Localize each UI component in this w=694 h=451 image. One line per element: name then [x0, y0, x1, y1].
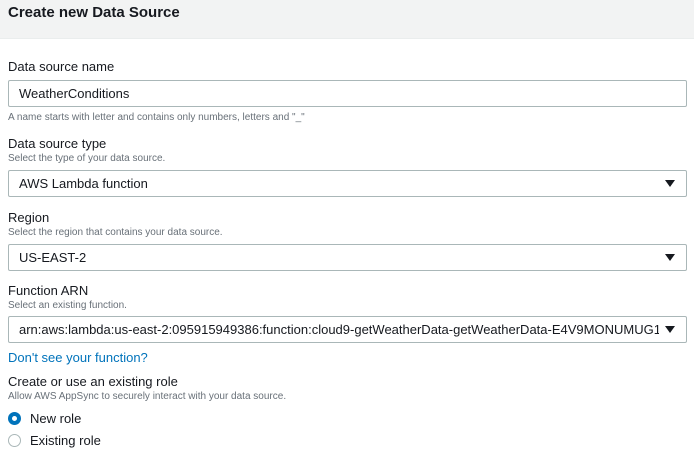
data-source-name-hint: A name starts with letter and contains o…	[8, 112, 305, 123]
function-arn-select[interactable]: arn:aws:lambda:us-east-2:095915949386:fu…	[8, 316, 687, 343]
chevron-down-icon	[665, 180, 675, 187]
page-header: Create new Data Source	[0, 0, 694, 39]
new-role-label: New role	[30, 410, 82, 426]
dont-see-function-link[interactable]: Don't see your function?	[8, 350, 148, 365]
chevron-down-icon	[665, 326, 675, 333]
existing-role-option[interactable]: Existing role	[8, 432, 101, 448]
function-arn-value: arn:aws:lambda:us-east-2:095915949386:fu…	[19, 322, 659, 337]
new-role-option[interactable]: New role	[8, 410, 81, 426]
data-source-type-select[interactable]: AWS Lambda function	[8, 170, 687, 197]
data-source-name-label: Data source name	[8, 59, 115, 74]
data-source-type-label: Data source type	[8, 136, 107, 151]
function-arn-label: Function ARN	[8, 283, 89, 298]
function-arn-description: Select an existing function.	[8, 300, 127, 311]
data-source-name-input[interactable]: WeatherConditions	[8, 80, 687, 107]
data-source-type-description: Select the type of your data source.	[8, 153, 166, 164]
existing-role-label: Existing role	[30, 432, 101, 448]
role-description: Allow AWS AppSync to securely interact w…	[8, 391, 287, 402]
chevron-down-icon	[665, 254, 675, 261]
region-label: Region	[8, 210, 50, 225]
radio-checked-icon[interactable]	[8, 411, 21, 425]
radio-unchecked-icon[interactable]	[8, 433, 21, 447]
data-source-name-value: WeatherConditions	[19, 86, 130, 101]
region-select[interactable]: US-EAST-2	[8, 244, 687, 271]
region-value: US-EAST-2	[19, 250, 87, 265]
role-label: Create or use an existing role	[8, 374, 178, 389]
region-description: Select the region that contains your dat…	[8, 227, 223, 238]
page-title: Create new Data Source	[8, 4, 180, 21]
data-source-type-value: AWS Lambda function	[19, 176, 148, 191]
